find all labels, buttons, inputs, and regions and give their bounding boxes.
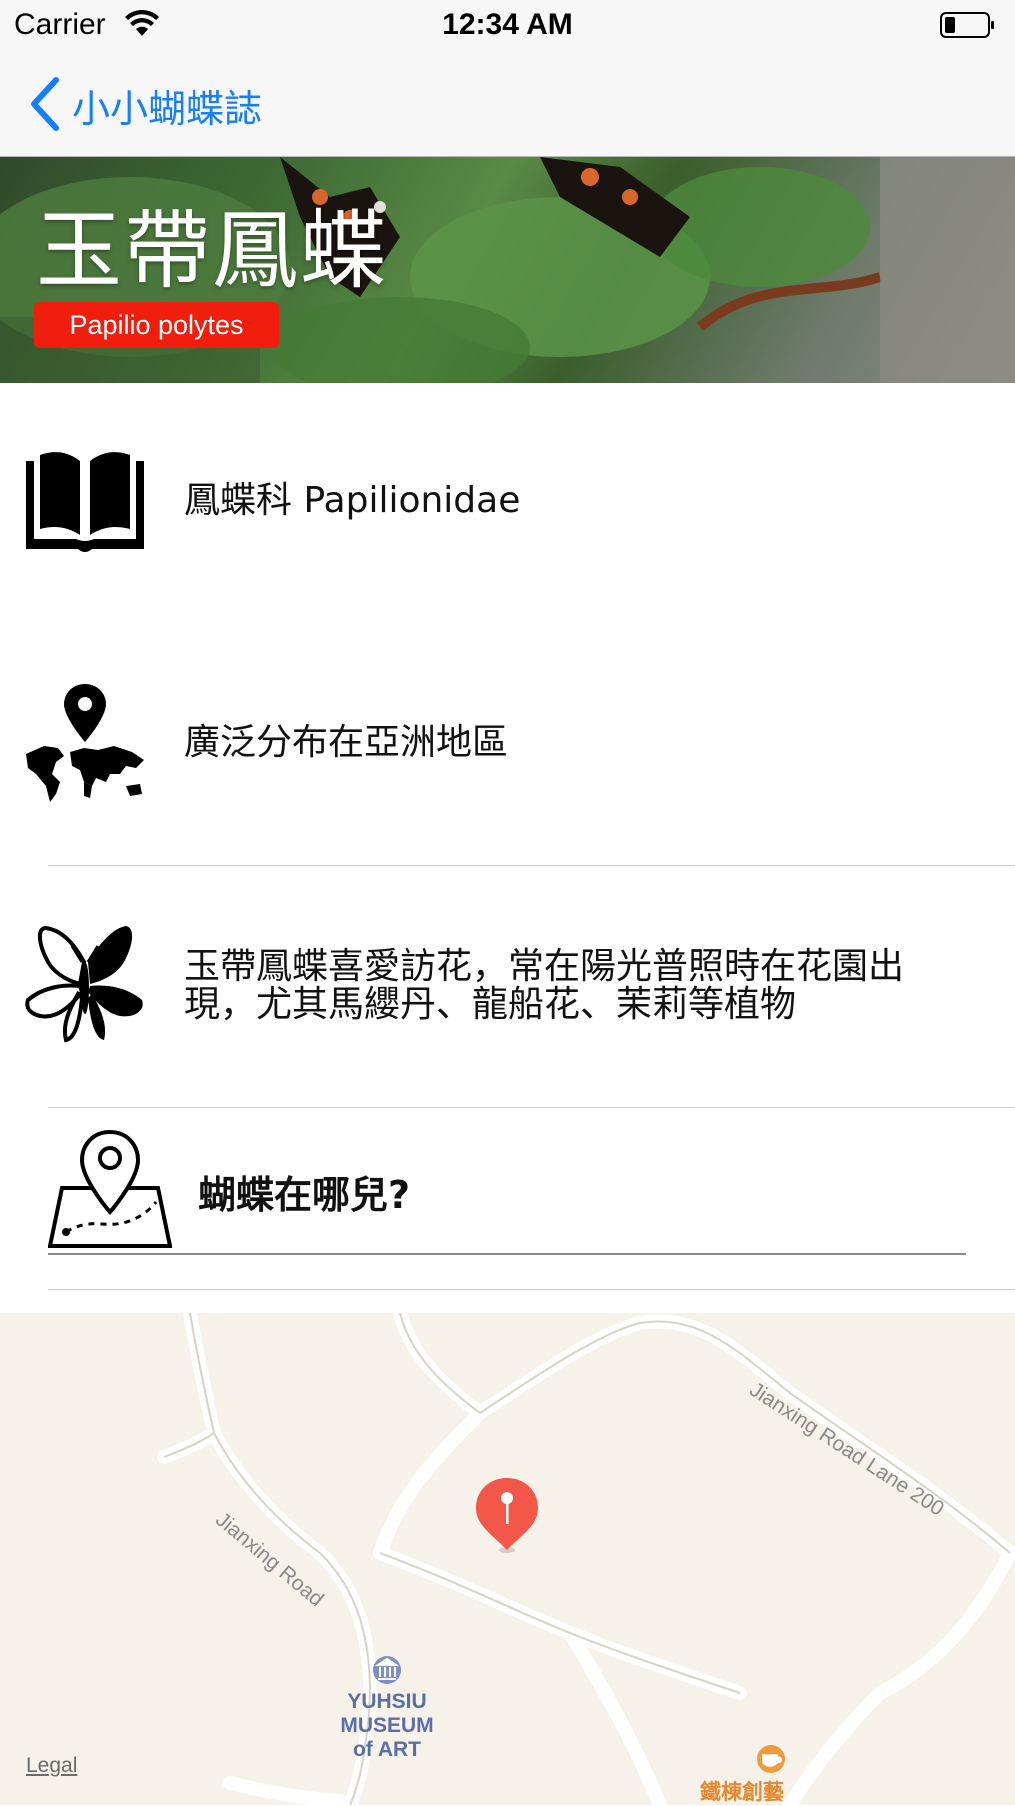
poi-cafe[interactable]: 鐵棟創藝 bbox=[700, 1776, 784, 1806]
row-divider bbox=[48, 1107, 1015, 1108]
row-divider bbox=[48, 1289, 1015, 1290]
distribution-text: 廣泛分布在亞洲地區 bbox=[184, 722, 509, 763]
world-map-pin-icon bbox=[26, 684, 144, 802]
back-button[interactable]: 小小蝴蝶誌 bbox=[72, 78, 262, 133]
species-title: 玉帶鳳蝶 bbox=[36, 201, 388, 301]
chevron-left-icon[interactable] bbox=[28, 76, 62, 132]
poi-museum-line-1: YUHSIU bbox=[347, 1690, 427, 1713]
map-roads bbox=[157, 1313, 1015, 1805]
where-section-title: 蝴蝶在哪兒? bbox=[198, 1173, 411, 1217]
poi-museum-line-2: MUSEUM bbox=[340, 1714, 434, 1737]
row-divider bbox=[48, 865, 1015, 866]
map-view[interactable] bbox=[0, 1313, 1015, 1805]
behavior-text-line-1: 玉帶鳳蝶喜愛訪花，常在陽光普照時在花園出 bbox=[184, 946, 905, 987]
book-icon bbox=[26, 452, 144, 552]
behavior-text: 玉帶鳳蝶喜愛訪花，常在陽光普照時在花園出 現，尤其馬纓丹、龍船花、茉莉等植物 bbox=[184, 948, 904, 1024]
poi-museum[interactable]: YUHSIU MUSEUM of ART bbox=[322, 1690, 452, 1762]
clock: 12:34 AM bbox=[442, 8, 573, 41]
battery-icon bbox=[940, 12, 994, 38]
family-text: 鳳蝶科 Papilionidae bbox=[184, 480, 521, 521]
butterfly-icon bbox=[25, 925, 143, 1043]
map-pin-icon bbox=[48, 1129, 172, 1248]
poi-museum-line-3: of ART bbox=[352, 1738, 422, 1761]
scientific-name-badge: Papilio polytes bbox=[34, 302, 279, 348]
where-underline bbox=[48, 1253, 966, 1255]
behavior-text-line-2: 現，尤其馬纓丹、龍船花、茉莉等植物 bbox=[184, 984, 797, 1025]
location-pin-icon[interactable] bbox=[472, 1476, 542, 1556]
legal-link[interactable]: Legal bbox=[26, 1754, 77, 1778]
